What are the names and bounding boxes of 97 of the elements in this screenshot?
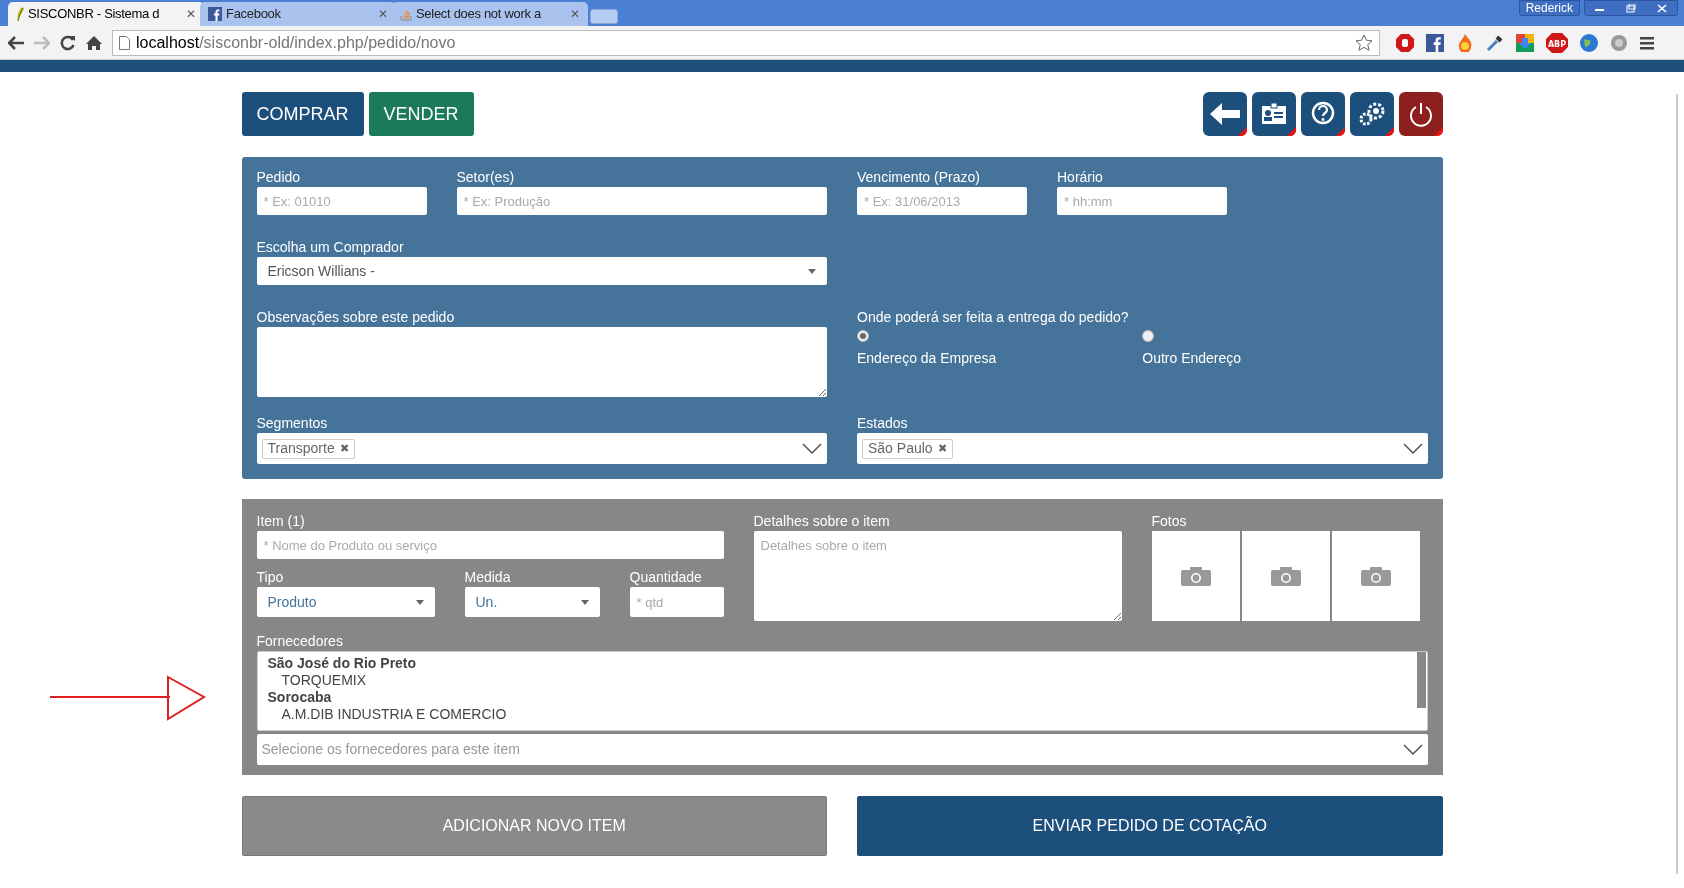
help-icon [1309, 101, 1336, 127]
item-name-field[interactable]: * Nome do Produto ou serviço [256, 531, 724, 559]
chevron-down-icon [802, 443, 822, 454]
field-label: Escolha um Comprador [256, 238, 405, 257]
selected-tag: Transporte ✖ [261, 438, 355, 459]
globe-icon[interactable] [1580, 33, 1598, 52]
reload-icon[interactable] [60, 34, 76, 51]
close-icon[interactable] [1656, 3, 1667, 13]
field-label: Fornecedores [256, 632, 344, 651]
flame-icon[interactable] [1456, 33, 1474, 52]
action-button[interactable]: ENVIAR PEDIDO DE COTAÇÃO [857, 796, 1443, 856]
arrow-left-icon [1209, 103, 1240, 125]
field-label: Quantidade [629, 568, 703, 587]
url-text: localhost/sisconbr-old/index.php/pedido/novo [136, 32, 457, 53]
photo-slot[interactable] [1331, 531, 1420, 621]
remove-icon[interactable]: ✖ [937, 440, 947, 457]
profile-button[interactable] [1251, 92, 1296, 136]
camera-icon [1360, 566, 1391, 586]
facebook-icon[interactable] [1426, 33, 1444, 52]
tab-close[interactable]: ✕ [186, 5, 196, 23]
chevron-down-icon [1402, 744, 1423, 755]
scrollbar[interactable] [1416, 652, 1426, 708]
multi-select[interactable]: Transporte ✖ [256, 433, 827, 464]
tab-title: Facebook [226, 5, 282, 24]
time-field[interactable]: * hh:mm [1057, 187, 1227, 215]
radio-label: Outro Endereço [1142, 349, 1242, 368]
remove-icon[interactable]: ✖ [339, 440, 349, 457]
back-button[interactable] [1202, 92, 1247, 136]
action-button[interactable]: ADICIONAR NOVO ITEM [241, 796, 827, 856]
facebook-icon [208, 7, 222, 21]
back-icon[interactable] [8, 35, 24, 50]
stop-hand-icon[interactable] [1396, 33, 1414, 52]
caret-icon [580, 599, 589, 605]
unit-select[interactable]: Un. [464, 587, 600, 617]
menu-icon[interactable] [1640, 35, 1654, 50]
power-icon [1407, 101, 1434, 127]
tab-title: SISCONBR - Sistema d [28, 5, 161, 24]
star-icon[interactable] [1355, 33, 1373, 52]
order-number-field[interactable]: * Ex: 01010 [256, 187, 427, 215]
multi-select[interactable]: São Paulo ✖ [857, 433, 1428, 464]
field-label: Pedido [256, 168, 302, 187]
id-card-icon [1260, 103, 1287, 125]
restore-icon[interactable] [1626, 3, 1636, 13]
mode-button[interactable]: COMPRAR [241, 92, 364, 136]
settings-button[interactable] [1349, 92, 1394, 136]
supplier-group: São José do Rio Preto [267, 655, 1407, 672]
field-label: Onde poderá ser feita a entrega do pedido? [857, 308, 1130, 327]
leaf-icon [16, 7, 24, 21]
chevron-down-icon [1402, 443, 1423, 454]
field-label: Horário [1057, 168, 1104, 187]
field-label: Setor(es) [456, 168, 516, 187]
photo-slot[interactable] [1241, 531, 1330, 621]
radio-button[interactable] [857, 330, 869, 342]
home-icon[interactable] [86, 34, 102, 51]
field-label: Estados [857, 414, 909, 433]
mode-button[interactable]: VENDER [368, 92, 474, 136]
notes-field[interactable] [256, 327, 827, 397]
radio-label: Endereço da Empresa [857, 349, 997, 368]
camera-icon [1270, 566, 1301, 586]
supplier-group: Sorocaba [267, 689, 1407, 706]
download-icon[interactable] [1516, 33, 1534, 52]
tab-close[interactable]: ✕ [378, 5, 388, 23]
page-icon [119, 35, 130, 50]
field-label: Fotos [1151, 512, 1188, 531]
field-label: Segmentos [256, 414, 329, 433]
due-date-field[interactable]: * Ex: 31/06/2013 [857, 187, 1027, 215]
help-button[interactable] [1300, 92, 1345, 136]
tab-close[interactable]: ✕ [570, 5, 580, 23]
selected-tag: São Paulo ✖ [862, 438, 953, 459]
eyedropper-icon[interactable] [1486, 33, 1504, 52]
buyer-select[interactable]: Ericson Willians - [256, 257, 827, 285]
profile-name[interactable]: Rederick [1518, 0, 1580, 16]
address-field[interactable]: localhost/sisconbr-old/index.php/pedido/novo [112, 29, 1380, 56]
window-controls[interactable] [1584, 0, 1678, 16]
camera-icon [1180, 566, 1211, 586]
field-label: Detalhes sobre o item [753, 512, 891, 531]
supplier-option[interactable]: A.M.DIB INDUSTRIA E COMERCIO [267, 706, 1407, 723]
field-label: Vencimento (Prazo) [857, 168, 981, 187]
field-label: Medida [464, 568, 512, 587]
quantity-field[interactable]: * qtd [629, 587, 724, 617]
logout-button[interactable] [1398, 92, 1443, 136]
gears-icon [1357, 102, 1386, 126]
field-label: Item (1) [256, 512, 306, 531]
field-label: Tipo [256, 568, 285, 587]
adblock-badge[interactable]: ABP [1546, 32, 1568, 53]
photo-slot[interactable] [1151, 531, 1240, 621]
browser-tab[interactable]: Select does not work a ✕ [392, 2, 588, 26]
page-scrollbar[interactable] [1676, 94, 1678, 874]
caret-icon [415, 599, 424, 605]
sector-field[interactable]: * Ex: Produção [456, 187, 827, 215]
type-select[interactable]: Produto [256, 587, 435, 617]
field-label: Observações sobre este pedido [256, 308, 456, 327]
supplier-option[interactable]: TORQUEMIX [267, 672, 1407, 689]
details-field[interactable]: Detalhes sobre o item [753, 531, 1122, 621]
caret-icon [808, 268, 816, 274]
radio-button[interactable] [1142, 330, 1155, 342]
tab-title: Select does not work a [416, 5, 542, 24]
